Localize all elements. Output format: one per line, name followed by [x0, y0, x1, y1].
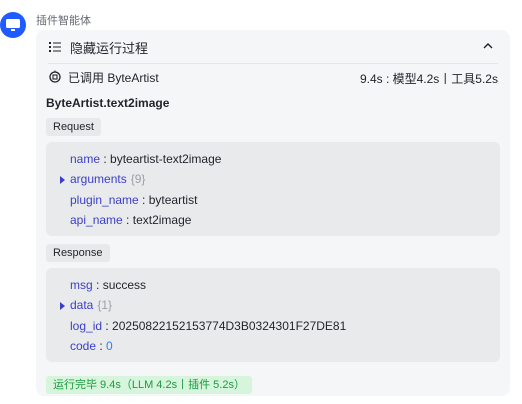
response-code-row: code : 0	[70, 339, 113, 353]
chat-message: 插件智能体 隐藏运行过程 已调用 ByteArtist 9.4s: 模型4.2…	[0, 0, 522, 404]
value: byteartist-text2image	[110, 152, 222, 166]
response-block: msg : success data {1} log_id : 202508221…	[46, 268, 500, 362]
value: text2image	[132, 213, 192, 227]
request-plugin-name-row: plugin_name : byteartist	[70, 193, 198, 207]
agent-avatar	[0, 12, 26, 38]
response-log-id-row: log_id : 20250822152153774D3B0324301F27D…	[70, 319, 347, 333]
chevron-up-icon[interactable]	[482, 40, 494, 52]
count: {1}	[97, 298, 113, 312]
request-tag: Request	[46, 118, 101, 136]
value: success	[102, 278, 147, 292]
plugin-icon	[49, 70, 61, 83]
run-complete-badge: 运行完毕 9.4s（LLM 4.2s丨插件 5.2s）	[46, 376, 252, 394]
key: arguments	[70, 172, 127, 186]
key: code	[70, 339, 97, 353]
request-block: name : byteartist-text2image arguments {9…	[46, 142, 500, 236]
request-api-name-row: api_name : text2image	[70, 213, 192, 227]
response-tag: Response	[46, 244, 110, 262]
tool-name: ByteArtist.text2image	[46, 96, 170, 110]
run-process-panel: 隐藏运行过程 已调用 ByteArtist 9.4s : 模型4.2s丨工具5.…	[36, 30, 510, 396]
response-data-row[interactable]: data {1}	[70, 298, 112, 312]
key: data	[70, 298, 94, 312]
response-msg-row: msg : success	[70, 278, 147, 292]
value: 0	[106, 339, 113, 353]
value: 20250822152153774D3B0324301F27DE81	[112, 319, 347, 333]
count: {9}	[130, 172, 146, 186]
key: name	[70, 152, 101, 166]
expand-triangle-icon[interactable]	[60, 302, 65, 310]
key: plugin_name	[70, 193, 139, 207]
key: msg	[70, 278, 93, 292]
request-name-row: name : byteartist-text2image	[70, 152, 222, 166]
monitor-icon	[6, 19, 20, 31]
panel-title: 隐藏运行过程	[70, 40, 149, 56]
expand-triangle-icon[interactable]	[60, 176, 65, 184]
timing-summary: 9.4s : 模型4.2s丨工具5.2s	[359, 72, 498, 86]
key: log_id	[70, 319, 103, 333]
tool-call-status: 已调用 ByteArtist 9.4s : 模型4.2s丨工具5.2s	[48, 64, 498, 90]
toggle-run-process[interactable]: 隐藏运行过程	[48, 34, 498, 60]
key: api_name	[70, 213, 123, 227]
list-icon	[49, 42, 61, 52]
value: byteartist	[148, 193, 198, 207]
status-label: 已调用 ByteArtist	[68, 70, 159, 85]
agent-name: 插件智能体	[36, 15, 91, 27]
request-arguments-row[interactable]: arguments {9}	[70, 172, 145, 186]
